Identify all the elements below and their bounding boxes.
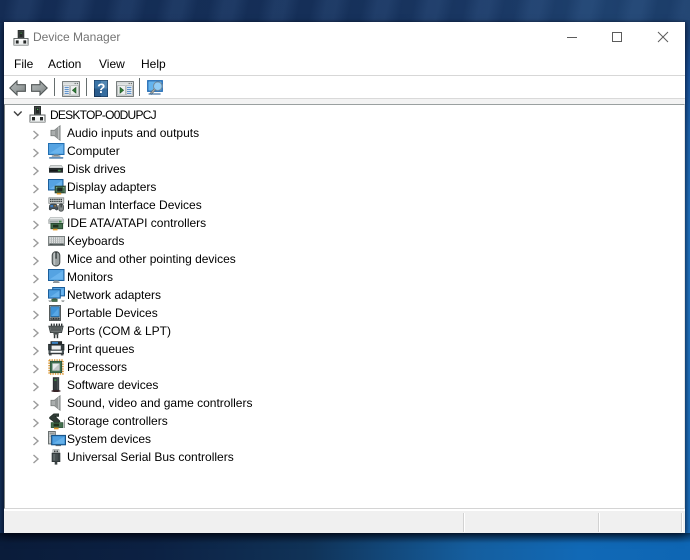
svg-text:?: ? (97, 81, 105, 96)
